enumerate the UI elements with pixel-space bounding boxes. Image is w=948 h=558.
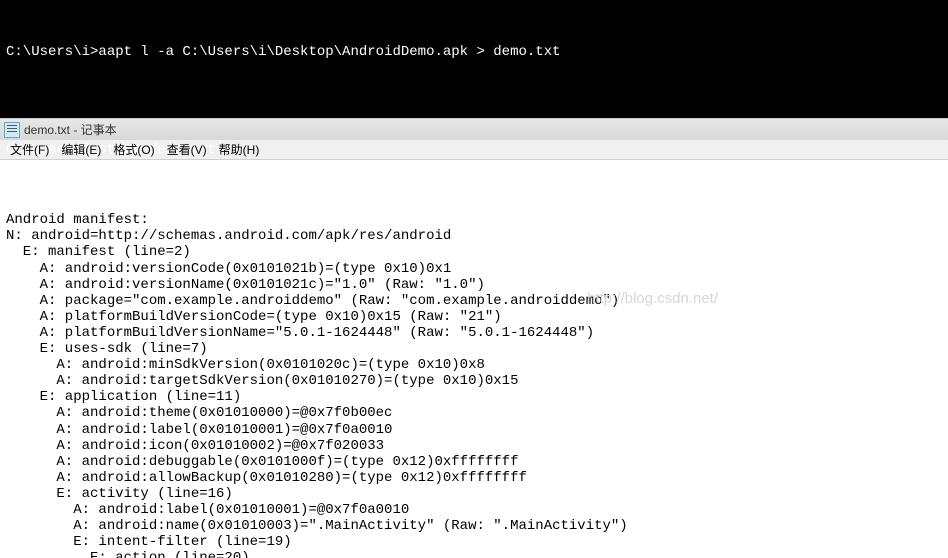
notepad-menubar: 文件(F) 编辑(E) 格式(O) 查看(V) 帮助(H): [0, 140, 948, 160]
menu-view[interactable]: 查看(V): [161, 139, 213, 160]
menu-help[interactable]: 帮助(H): [213, 139, 266, 160]
notepad-titlebar[interactable]: demo.txt - 记事本: [0, 118, 948, 140]
menu-edit[interactable]: 编辑(E): [55, 139, 107, 160]
console-line: C:\Users\i>aapt l -a C:\Users\i\Desktop\…: [6, 43, 942, 63]
command-prompt[interactable]: C:\Users\i>aapt l -a C:\Users\i\Desktop\…: [0, 0, 948, 118]
notepad-icon: [4, 122, 20, 138]
menu-file[interactable]: 文件(F): [4, 139, 55, 160]
notepad-content-area[interactable]: http://blog.csdn.net/ Android manifest: …: [0, 160, 948, 558]
notepad-title: demo.txt - 记事本: [24, 121, 117, 138]
content-text: Android manifest: N: android=http://sche…: [6, 212, 942, 558]
menu-format[interactable]: 格式(O): [107, 139, 160, 160]
